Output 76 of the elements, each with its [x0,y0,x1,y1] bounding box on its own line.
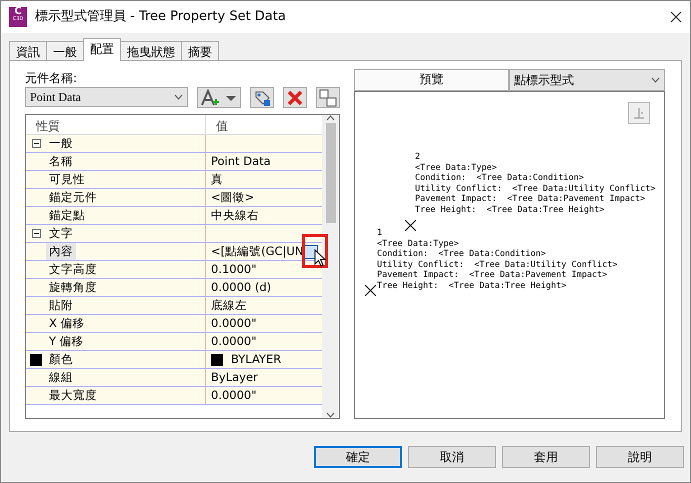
property-value[interactable]: 0.0000" [211,386,257,404]
property-label[interactable]: 名稱 [46,152,76,170]
label-line: 2 [415,152,422,162]
property-label[interactable]: Y 偏移 [46,332,87,350]
property-value[interactable]: <圖徵> [211,188,254,206]
chevron-up-icon [326,115,335,121]
label-line: Condition: <Tree Data:Condition> [377,249,547,260]
scrollbar[interactable] [322,115,339,418]
property-label[interactable]: 文字高度 [46,260,100,278]
point-marker-icon [365,285,376,296]
dialog-button[interactable]: 套用 [502,446,590,468]
point-marker-icon [405,220,416,232]
label-line: <Tree Data:Type> [415,162,498,173]
preview-label: 預覽 [354,69,509,91]
scroll-thumb[interactable] [326,123,336,223]
label-line: Condition: <Tree Data:Condition> [415,173,585,184]
tab[interactable]: 配置 [83,38,121,61]
label-line: Utility Conflict: <Tree Data:Utility Conflict> [415,184,656,194]
dialog-button[interactable]: 確定 [314,446,402,468]
property-value[interactable]: BYLAYER [231,350,282,368]
property-value[interactable]: 底線左 [211,296,247,314]
chevron-down-icon [326,412,335,418]
add-text-button[interactable] [197,87,241,108]
property-value[interactable]: Point Data [211,152,271,170]
delete-button[interactable] [283,87,307,108]
chevron-down-icon [174,94,183,100]
cursor-icon [314,249,326,267]
tab[interactable]: 拖曳狀態 [120,41,182,61]
property-label[interactable]: 可見性 [46,170,88,188]
label-line: <Tree Data:Type> [377,238,460,249]
property-label[interactable]: X 偏移 [46,314,88,332]
column-header: 性質 [26,115,206,134]
property-label[interactable]: 錨定點 [46,206,88,224]
label-line: Pavement Impact: <Tree Data:Pavement Impact> [377,270,608,280]
property-value[interactable]: 0.0000" [211,332,257,350]
property-label[interactable]: 貼附 [46,296,76,314]
delete-icon [286,88,304,106]
collapse-icon[interactable] [32,229,40,238]
pin-icon[interactable] [633,107,645,119]
chevron-down-icon [651,77,660,83]
close-icon[interactable] [670,11,682,23]
layout-icon [319,88,337,106]
group-label: 一般 [48,134,74,152]
property-value[interactable]: 真 [211,170,223,188]
field-label: 元件名稱: [25,70,78,87]
dialog-button[interactable]: 說明 [596,446,684,468]
property-label[interactable]: 內容 [46,242,76,260]
property-label[interactable]: 線組 [46,368,76,386]
property-label[interactable]: 最大寬度 [46,386,100,404]
style-dropdown[interactable]: 點標示型式 [509,69,665,91]
tab[interactable]: 摘要 [181,41,219,61]
dialog-button[interactable]: 取消 [408,446,496,468]
property-label[interactable]: 顏色 [46,350,76,368]
label-line: Pavement Impact: <Tree Data:Pavement Impact> [415,194,646,204]
label-line: 1 [377,228,384,238]
label-line: Utility Conflict: <Tree Data:Utility Conflict> [377,260,618,270]
property-value[interactable]: ByLayer [211,368,258,386]
group-label: 文字 [48,224,74,242]
layout-button[interactable] [316,87,340,108]
property-label[interactable]: 錨定元件 [46,188,100,206]
tab[interactable]: 資訊 [9,41,47,61]
property-value[interactable]: 中央線右 [211,206,259,224]
tag-button[interactable] [250,87,274,108]
column-header: 值 [215,118,228,134]
property-value[interactable]: 0.0000 (d) [211,278,272,296]
property-label[interactable]: 旋轉角度 [46,278,100,296]
property-value[interactable]: <[點編號(GC|UN [211,242,304,260]
label-line: Tree Height: <Tree Data:Tree Height> [415,204,606,215]
label-line: Tree Height: <Tree Data:Tree Height> [377,280,568,291]
component-dropdown[interactable]: Point Data [25,87,188,107]
property-value[interactable]: 0.1000" [211,260,257,278]
property-value[interactable]: 0.0000" [211,314,257,332]
text-add-icon [200,88,238,106]
tag-icon [253,88,271,106]
collapse-icon[interactable] [32,139,40,148]
window-title: 標示型式管理員 - Tree Property Set Data [35,8,287,26]
